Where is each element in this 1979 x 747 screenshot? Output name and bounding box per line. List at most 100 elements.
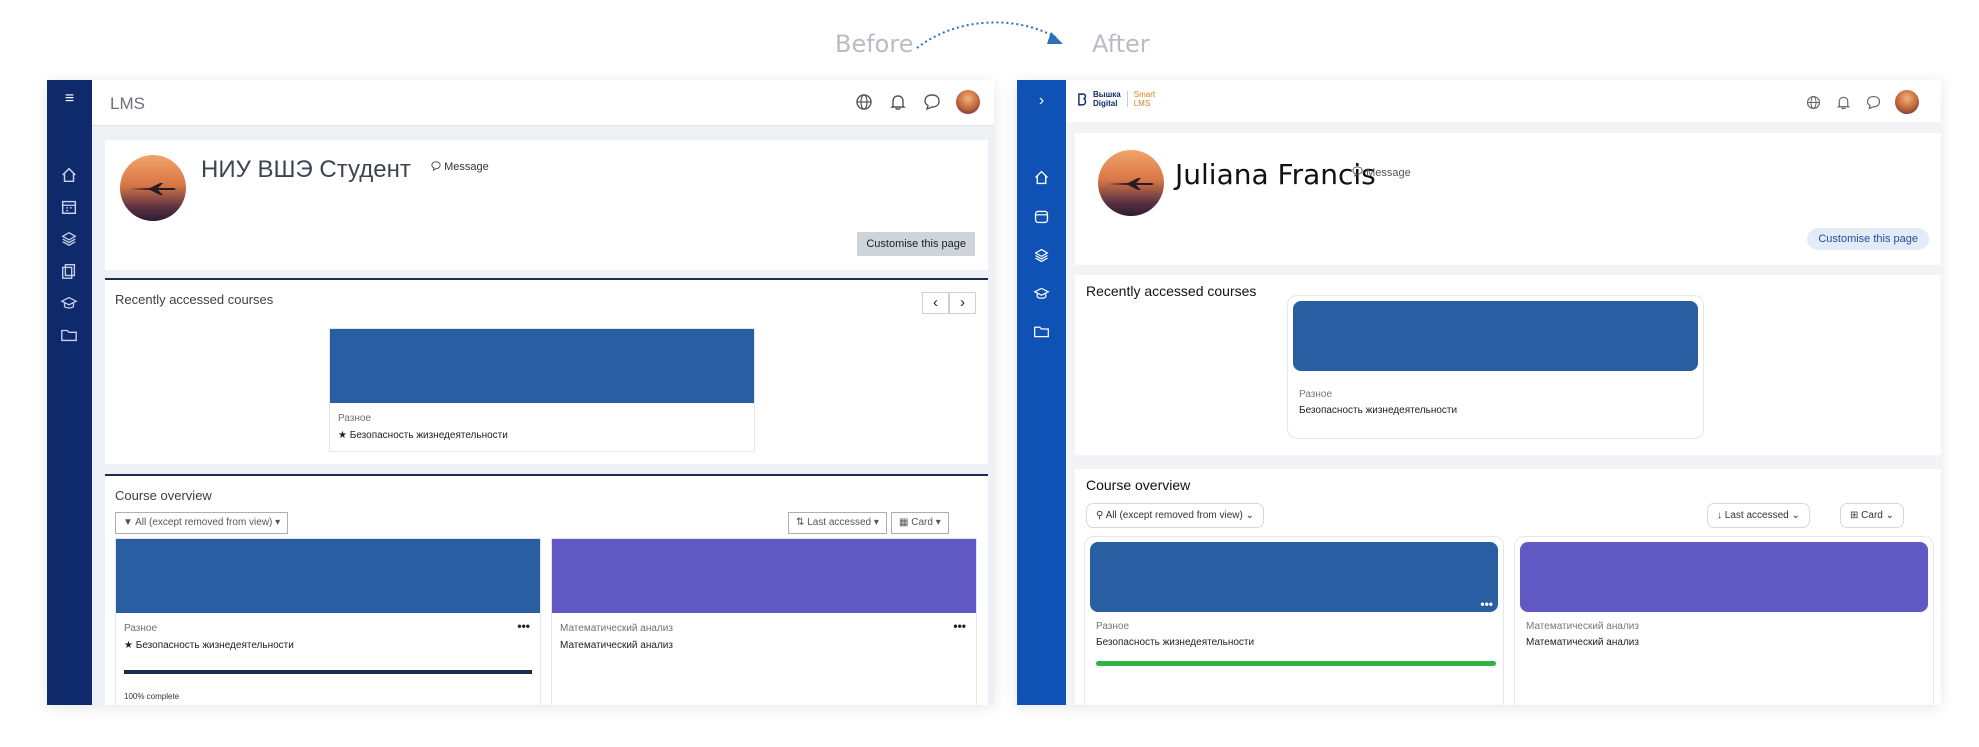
course-category: Разное [1299,389,1333,400]
course-menu-icon[interactable]: ••• [953,619,966,633]
top-navbar: Вышка Digital Smart LMS [1066,80,1941,122]
airplane-icon [1108,178,1154,190]
globe-icon[interactable] [854,92,874,112]
recent-course-card[interactable]: Разное Безопасность жизнедеятельности [1287,295,1704,439]
after-screenshot: › Вышка Digital Smart LMS Juliana Franci… [1017,80,1941,705]
home-icon[interactable] [1033,169,1050,186]
customise-page-button[interactable]: Customise this page [1807,228,1929,250]
avatar[interactable] [1895,90,1919,114]
prev-button[interactable]: ‹ [922,292,949,314]
folder-icon[interactable] [1033,323,1050,340]
course-category: Разное [1096,621,1130,632]
course-category: Разное [338,413,372,424]
before-label: Before [835,30,914,58]
calendar-icon[interactable] [1033,208,1050,225]
before-after-arrow-icon [916,21,1063,49]
message-link[interactable]: Message [1352,166,1411,179]
bell-icon[interactable] [888,92,908,112]
course-overview-block: Course overview ⚲ All (except removed fr… [1075,469,1941,705]
after-label: After [1092,30,1150,58]
recent-course-card[interactable]: Разное ★ Безопасность жизнедеятельности [329,328,755,452]
copy-icon[interactable] [60,262,78,280]
course-card[interactable]: Математический анализ ••• Математический… [551,538,977,705]
course-title[interactable]: ★ Безопасность жизнедеятельности [338,430,508,441]
course-image [1090,542,1498,612]
message-label: Message [444,161,489,173]
profile-photo [120,155,186,221]
course-image [1293,301,1698,371]
recent-courses-block: Recently accessed courses ‹ › Разное ★ Б… [105,278,988,464]
course-image [330,329,754,403]
course-category: Математический анализ [560,623,673,634]
course-category: Математический анализ [1526,621,1639,632]
course-overview-block: Course overview ▼ All (except removed fr… [105,474,988,705]
profile-name: Juliana Francis [1175,158,1376,191]
sort-dropdown[interactable]: ⇅ Last accessed ▾ [788,512,887,534]
course-menu-icon[interactable]: ••• [517,619,530,633]
course-title[interactable]: ★ Безопасность жизнедеятельности [124,640,294,651]
logo-text-line1: Вышка [1093,90,1121,99]
airplane-icon [130,183,176,195]
recent-courses-block: Recently accessed courses Разное Безопас… [1075,275,1941,455]
message-label: Message [1366,167,1411,179]
layers-icon[interactable] [1033,247,1050,264]
expand-chevron-icon[interactable]: › [1017,92,1066,110]
logo-lms: LMS [1133,99,1151,108]
calendar-icon[interactable] [60,198,78,216]
bell-icon[interactable] [1835,94,1852,111]
next-button[interactable]: › [949,292,976,314]
recent-courses-title: Recently accessed courses [1086,283,1257,299]
logo-text-line2: Digital [1093,99,1118,108]
course-title[interactable]: Безопасность жизнедеятельности [1299,405,1457,416]
course-image [1520,542,1928,612]
comparison-stage: Before After ≡ LMS НИУ ВШЭ Студент Messa… [0,0,1979,747]
sidebar-rail: › [1017,80,1066,705]
top-navbar: LMS [92,80,994,126]
progress-label: 100% complete [124,692,180,701]
profile-photo [1098,150,1164,216]
globe-icon[interactable] [1805,94,1822,111]
course-category: Разное [124,623,158,634]
layers-icon[interactable] [60,230,78,248]
course-overview-title: Course overview [115,488,212,503]
progress-bar [124,670,532,674]
brand-logo[interactable]: Вышка Digital Smart LMS [1078,90,1155,108]
recent-courses-title: Recently accessed courses [115,292,274,307]
hamburger-menu-icon[interactable]: ≡ [47,90,92,108]
chat-icon[interactable] [922,92,942,112]
profile-header: Juliana Francis Message Customise this p… [1075,133,1941,265]
view-dropdown[interactable]: ▦ Card ▾ [891,512,949,534]
course-card[interactable]: ••• Разное Безопасность жизнедеятельност… [1084,536,1504,705]
avatar[interactable] [956,90,980,114]
message-link[interactable]: Message [431,161,489,173]
filter-dropdown[interactable]: ⚲ All (except removed from view) ⌄ [1086,503,1264,528]
course-menu-icon[interactable]: ••• [1480,597,1493,611]
message-icon [431,161,441,171]
course-image [552,539,976,613]
course-title[interactable]: Математический анализ [560,640,673,651]
message-icon [1352,166,1363,177]
course-title[interactable]: Математический анализ [1526,637,1639,648]
progress-bar [1096,661,1496,666]
app-title[interactable]: LMS [110,94,145,114]
hse-logo-icon [1078,92,1087,106]
course-card[interactable]: Математический анализ Математический ана… [1514,536,1934,705]
profile-header: НИУ ВШЭ Студент Message Customise this p… [105,140,988,270]
course-title[interactable]: Безопасность жизнедеятельности [1096,637,1254,648]
before-screenshot: ≡ LMS НИУ ВШЭ Студент Message Customise … [47,80,994,705]
view-dropdown[interactable]: ⊞ Card ⌄ [1840,503,1905,528]
course-overview-title: Course overview [1086,477,1191,493]
customise-page-button[interactable]: Customise this page [857,232,975,256]
logo-smart: Smart [1133,90,1156,99]
chat-icon[interactable] [1865,94,1882,111]
home-icon[interactable] [60,166,78,184]
course-card[interactable]: Разное ••• ★ Безопасность жизнедеятельно… [115,538,541,705]
profile-name: НИУ ВШЭ Студент [201,156,411,183]
sort-dropdown[interactable]: ↓ Last accessed ⌄ [1707,503,1810,528]
folder-icon[interactable] [60,326,78,344]
course-image [116,539,540,613]
graduation-cap-icon[interactable] [60,294,78,312]
graduation-cap-icon[interactable] [1033,285,1050,302]
sidebar-rail: ≡ [47,80,92,705]
filter-dropdown[interactable]: ▼ All (except removed from view) ▾ [115,512,289,534]
